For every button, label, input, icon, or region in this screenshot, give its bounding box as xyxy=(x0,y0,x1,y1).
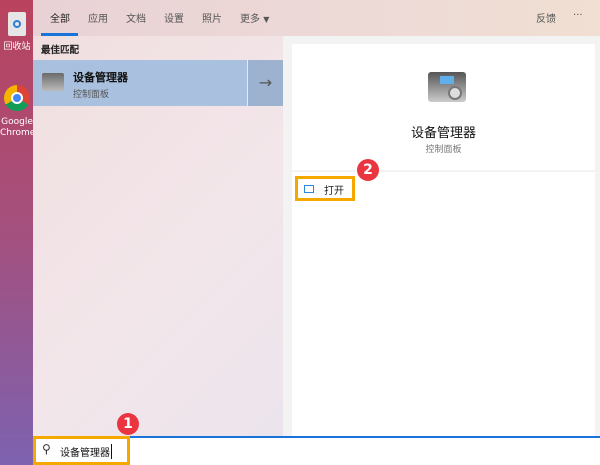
detail-pane: 设备管理器 控制面板 打开 xyxy=(283,36,600,437)
actions-card: 打开 xyxy=(292,172,595,437)
open-button[interactable]: 打开 xyxy=(295,176,355,201)
feedback-button[interactable]: 反馈 xyxy=(536,10,556,25)
tab-more[interactable]: 更多 ▼ xyxy=(240,10,269,25)
more-options-button[interactable]: ··· xyxy=(573,10,583,21)
tab-documents[interactable]: 文档 xyxy=(126,10,146,25)
search-window: 全部 应用 文档 设置 照片 更多 ▼ 反馈 ··· 最佳匹配 设备管理器 控制… xyxy=(33,0,600,437)
best-match-result[interactable]: 设备管理器 控制面板 xyxy=(33,60,247,106)
tab-photos[interactable]: 照片 xyxy=(202,10,222,25)
result-subtitle: 控制面板 xyxy=(73,90,110,100)
result-title: 设备管理器 xyxy=(73,71,128,84)
active-tab-indicator xyxy=(41,33,78,36)
chevron-down-icon: ▼ xyxy=(263,15,270,24)
detail-subtitle: 控制面板 xyxy=(425,145,462,155)
tab-bar: 全部 应用 文档 设置 照片 更多 ▼ 反馈 ··· xyxy=(33,0,600,36)
device-manager-large-icon xyxy=(428,72,466,102)
step-badge-2: 2 xyxy=(357,159,379,181)
detail-header-card: 设备管理器 控制面板 xyxy=(292,44,595,170)
device-manager-icon xyxy=(42,73,64,91)
search-input[interactable]: ⚲ 设备管理器 xyxy=(33,436,130,465)
tab-all[interactable]: 全部 xyxy=(50,10,70,25)
open-details-arrow-button[interactable]: → xyxy=(248,60,283,106)
desktop-recycle-bin[interactable]: 回收站 xyxy=(0,12,34,52)
recycle-bin-icon xyxy=(8,12,26,36)
arrow-right-icon: → xyxy=(258,73,273,92)
step-badge-1: 1 xyxy=(117,413,139,435)
tab-apps[interactable]: 应用 xyxy=(88,10,108,25)
detail-title: 设备管理器 xyxy=(410,126,476,141)
desktop-chrome[interactable]: Google Chrome xyxy=(0,85,34,139)
open-icon xyxy=(304,185,314,193)
tab-settings[interactable]: 设置 xyxy=(164,10,184,25)
search-bar: ⚲ 设备管理器 xyxy=(33,436,600,465)
best-match-heading: 最佳匹配 xyxy=(41,45,80,56)
chrome-icon xyxy=(4,85,30,111)
search-icon: ⚲ xyxy=(42,442,51,456)
